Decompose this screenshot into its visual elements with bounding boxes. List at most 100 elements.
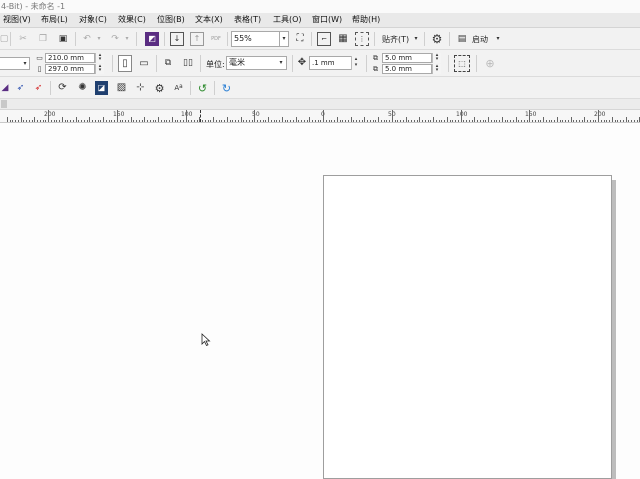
ruler-tick [183, 120, 184, 122]
launch-dropdown-icon[interactable]: ▾ [494, 32, 502, 46]
document-page[interactable] [323, 175, 612, 479]
duplicate-x-field[interactable]: 5.0 mm [382, 53, 432, 63]
ruler-tick [293, 120, 294, 122]
undo-green-icon[interactable]: ↺ [196, 81, 209, 95]
ruler-tick [507, 120, 508, 122]
ruler-tick [271, 120, 272, 122]
ruler-tick [406, 117, 407, 122]
ruler-tick [521, 120, 522, 122]
options-plus-icon[interactable]: ⊕ [482, 55, 498, 72]
node-tool-icon[interactable]: ⊹ [134, 81, 147, 95]
menu-object[interactable]: 对象(C) [79, 13, 107, 27]
ruler-tick [560, 120, 561, 122]
cut-icon[interactable]: ✂ [16, 32, 30, 46]
redo-dropdown-icon[interactable]: ▾ [123, 32, 131, 46]
current-page-icon[interactable]: ▯▯ [181, 55, 195, 72]
treat-as-filled-icon[interactable]: ⬚ [454, 55, 470, 72]
ruler-tick [370, 120, 371, 122]
launch-button[interactable]: 启动 [472, 34, 488, 45]
ruler-tick [389, 120, 390, 122]
undo-dropdown-icon[interactable]: ▾ [95, 32, 103, 46]
ruler-tick [320, 120, 321, 122]
undo-icon[interactable]: ↶ [80, 32, 94, 46]
snap-to-menu[interactable]: 贴齐(T) [382, 34, 409, 45]
ruler-tick [518, 120, 519, 122]
ruler-tick [411, 120, 412, 122]
ruler-tick [100, 120, 101, 122]
ruler-tick [34, 117, 35, 122]
shape-tool-blue-icon[interactable]: ➶ [14, 81, 27, 95]
pick-tool-purple-icon[interactable]: ◢ [0, 81, 10, 95]
ruler-tick [535, 120, 536, 122]
menu-view[interactable]: 视图(V) [3, 13, 31, 27]
image-icon[interactable]: ▨ [115, 81, 128, 95]
ruler-tick [425, 120, 426, 122]
ruler-tick [232, 120, 233, 122]
shape-tool-red-icon[interactable]: ➶ [32, 81, 45, 95]
menu-tools[interactable]: 工具(O) [273, 13, 302, 27]
redo-blue-icon[interactable]: ↻ [220, 81, 233, 95]
search-content-icon[interactable]: ◩ [145, 32, 159, 46]
ruler-tick [307, 120, 308, 122]
menu-help[interactable]: 帮助(H) [352, 13, 380, 27]
options-gear-icon[interactable]: ⚙ [430, 32, 444, 46]
full-screen-icon[interactable]: ⛶ [293, 32, 307, 46]
page-width-field[interactable]: 210.0 mm [45, 53, 95, 63]
ruler-tick [191, 120, 192, 122]
save-icon[interactable]: ▢ [0, 32, 8, 46]
duplicate-y-spinner[interactable]: ▴ ▾ [432, 64, 441, 74]
export-pdf-icon[interactable]: PDF [208, 32, 224, 46]
ruler-tick [254, 110, 255, 122]
export-icon[interactable]: ↑ [190, 32, 204, 46]
horizontal-ruler[interactable]: 200 150 100 50 0 50 100 150 200 [0, 110, 640, 123]
bitmap-icon[interactable]: ◪ [95, 81, 108, 95]
landscape-orientation-icon[interactable]: ▭ [137, 55, 151, 72]
menu-window[interactable]: 窗口(W) [312, 13, 342, 27]
paste-icon[interactable]: ▣ [56, 32, 70, 46]
menu-effects[interactable]: 效果(C) [118, 13, 146, 27]
menu-table[interactable]: 表格(T) [234, 13, 261, 27]
ruler-tick [290, 120, 291, 122]
zoom-dropdown-icon[interactable]: ▾ [279, 31, 289, 47]
menu-bitmap[interactable]: 位图(B) [157, 13, 185, 27]
ruler-tick [246, 120, 247, 122]
menu-layout[interactable]: 布局(L) [41, 13, 68, 27]
text-tool-icon[interactable]: Aa [172, 81, 185, 95]
ruler-tick [340, 120, 341, 122]
ruler-tick [252, 120, 253, 122]
portrait-orientation-icon[interactable]: ▯ [118, 55, 132, 72]
launch-app-icon[interactable]: ▤ [456, 32, 468, 46]
ruler-tick [109, 120, 110, 122]
import-icon[interactable]: ↓ [170, 32, 184, 46]
zoom-level-field[interactable]: 55% [231, 31, 280, 47]
all-pages-icon[interactable]: ⧉ [161, 55, 175, 72]
redo-icon[interactable]: ↷ [108, 32, 122, 46]
effects-sparkle-icon[interactable]: ✺ [76, 81, 89, 95]
nudge-distance-spinner[interactable]: ▴ ▾ [351, 56, 360, 70]
guidelines-icon[interactable]: ⋮ [355, 32, 369, 46]
ruler-tick [122, 120, 123, 122]
page-height-field[interactable]: 297.0 mm [45, 64, 95, 74]
page-width-spinner[interactable]: ▴ ▾ [95, 53, 104, 63]
page-size-dropdown-icon[interactable]: ▾ [20, 57, 30, 70]
settings-gear-icon[interactable]: ⚙ [153, 81, 166, 95]
page-height-spinner[interactable]: ▴ ▾ [95, 64, 104, 74]
transform-icon[interactable]: ⟳ [56, 81, 69, 95]
ruler-tick [298, 120, 299, 122]
grid-icon[interactable]: ▦ [336, 32, 350, 46]
duplicate-x-spinner[interactable]: ▴ ▾ [432, 53, 441, 63]
ruler-tick [268, 117, 269, 122]
document-tab[interactable] [1, 100, 7, 108]
ruler-tick [37, 120, 38, 122]
duplicate-y-field[interactable]: 5.0 mm [382, 64, 432, 74]
ruler-tick [359, 120, 360, 122]
nudge-distance-field[interactable]: .1 mm [309, 56, 352, 70]
ruler-tick [43, 120, 44, 122]
ruler-tick [598, 110, 599, 122]
menu-text[interactable]: 文本(X) [195, 13, 223, 27]
units-dropdown-icon[interactable]: ▾ [276, 56, 286, 70]
copy-icon[interactable]: ❐ [36, 32, 50, 46]
snap-dropdown-icon[interactable]: ▾ [412, 32, 420, 46]
ruler-tick [172, 117, 173, 122]
rulers-icon[interactable]: ⌐ [317, 32, 331, 46]
